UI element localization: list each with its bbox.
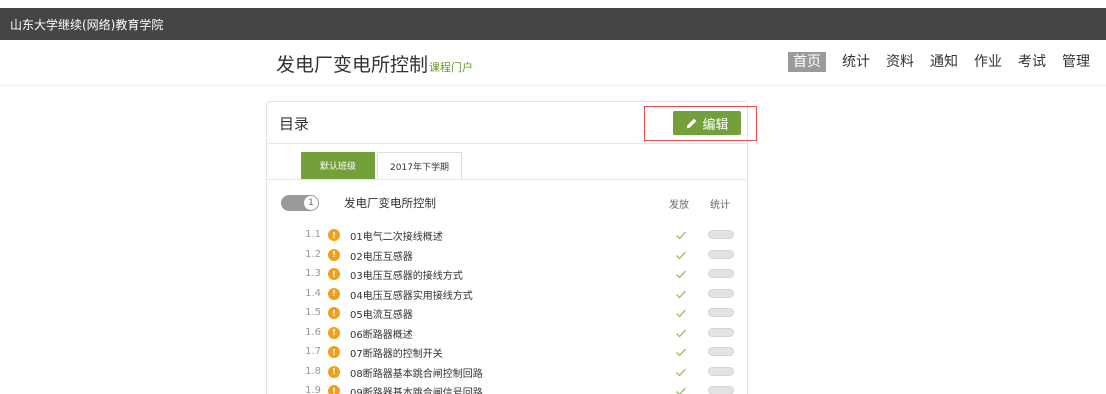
stats-bar[interactable] (708, 347, 734, 356)
warning-icon: ! (328, 307, 340, 319)
stats-bar[interactable] (708, 249, 734, 259)
warning-icon: ! (328, 268, 340, 280)
chapter-toggle[interactable]: 1 (281, 195, 319, 211)
section-row: 1.1! 01电气二次接线概述 (267, 226, 749, 246)
nav-item[interactable]: 作业 (974, 52, 1002, 72)
section-title[interactable]: 09断路器基本跳合闸信号回路 (350, 384, 483, 394)
warning-icon: ! (328, 385, 340, 394)
toggle-knob: 1 (304, 196, 318, 210)
stats-bar[interactable] (708, 386, 734, 394)
section-row: 1.4! 04电压互感器实用接线方式 (267, 285, 749, 305)
section-list: 1.1! 01电气二次接线概述 1.2! 02电压互感器 1.3! 03电压互感器的接线方… (267, 226, 749, 394)
section-number: 1.8 (305, 365, 321, 377)
chapter-title[interactable]: 发电厂变电所控制 (344, 195, 436, 211)
section-title[interactable]: 06断路器概述 (350, 326, 413, 341)
section-row: 1.7! 07断路器的控制开关 (267, 343, 749, 363)
section-title[interactable]: 03电压互感器的接线方式 (350, 267, 463, 282)
section-row: 1.2! 02电压互感器 (267, 246, 749, 266)
nav-item[interactable]: 资料 (886, 52, 914, 72)
section-title[interactable]: 02电压互感器 (350, 248, 413, 263)
check-icon[interactable] (675, 288, 687, 300)
section-title[interactable]: 04电压互感器实用接线方式 (350, 287, 473, 302)
section-number: 1.3 (305, 268, 321, 279)
section-row: 1.8! 08断路器基本跳合闸控制回路 (267, 363, 749, 383)
edit-button-label: 编辑 (702, 117, 729, 133)
section-row: 1.3! 03电压互感器的接线方式 (267, 265, 749, 285)
section-number: 1.9 (305, 385, 321, 394)
section-number: 1.1 (305, 229, 321, 240)
main-nav: 首页 统计 资料 通知 作业 考试 管理 (772, 52, 1090, 72)
nav-item[interactable]: 管理 (1062, 52, 1090, 72)
check-icon[interactable] (675, 229, 687, 241)
stats-bar[interactable] (708, 230, 734, 239)
check-icon[interactable] (675, 366, 687, 378)
stats-bar[interactable] (708, 308, 734, 317)
check-icon[interactable] (675, 385, 687, 394)
section-title[interactable]: 01电气二次接线概述 (350, 228, 443, 243)
check-icon[interactable] (675, 268, 687, 280)
stats-bar[interactable] (708, 269, 734, 278)
nav-item[interactable]: 首页 (788, 52, 826, 72)
course-portal-link[interactable]: 课程门户 (429, 61, 473, 74)
warning-icon: ! (328, 248, 340, 261)
class-tabs: 默认班级 2017年下学期 (267, 144, 747, 180)
publish-column-header: 发放 (669, 200, 689, 211)
nav-item[interactable]: 统计 (842, 52, 870, 72)
warning-icon: ! (328, 365, 340, 378)
section-number: 1.2 (305, 248, 321, 260)
stats-bar[interactable] (708, 288, 734, 298)
edit-button[interactable]: 编辑 (673, 111, 741, 135)
course-title: 发电厂变电所控制课程门户 (276, 50, 473, 77)
check-icon[interactable] (675, 307, 687, 319)
tab-2017-second-semester[interactable]: 2017年下学期 (377, 152, 462, 179)
stats-column-header: 统计 (710, 200, 730, 211)
check-icon[interactable] (675, 249, 687, 261)
warning-icon: ! (328, 287, 340, 300)
warning-icon: ! (328, 346, 340, 358)
stats-bar[interactable] (708, 366, 734, 376)
pencil-icon (687, 118, 697, 128)
catalog-panel: 目录 编辑 默认班级 2017年下学期 1 发电厂变电所控制 发放 统计 1.1… (266, 101, 748, 394)
top-bar: 山东大学继续(网络)教育学院 (0, 0, 1106, 40)
section-number: 1.5 (305, 307, 321, 318)
section-number: 1.4 (305, 287, 321, 299)
nav-item[interactable]: 通知 (930, 52, 958, 72)
section-title[interactable]: 07断路器的控制开关 (350, 345, 443, 360)
section-row: 1.9! 09断路器基本跳合闸信号回路 (267, 382, 749, 394)
warning-icon: ! (328, 326, 340, 339)
tab-default-class[interactable]: 默认班级 (301, 152, 375, 179)
panel-header: 目录 编辑 (267, 102, 747, 144)
course-name[interactable]: 发电厂变电所控制 (276, 54, 428, 76)
chapter-row: 1 发电厂变电所控制 发放 统计 (267, 180, 747, 220)
section-title[interactable]: 05电流互感器 (350, 306, 413, 321)
panel-title: 目录 (279, 115, 310, 133)
section-title[interactable]: 08断路器基本跳合闸控制回路 (350, 365, 483, 380)
stats-bar[interactable] (708, 327, 734, 337)
nav-item[interactable]: 考试 (1018, 52, 1046, 72)
section-number: 1.6 (305, 326, 321, 338)
check-icon[interactable] (675, 346, 687, 358)
check-icon[interactable] (675, 327, 687, 339)
section-row: 1.6! 06断路器概述 (267, 324, 749, 344)
course-header: 发电厂变电所控制课程门户 首页 统计 资料 通知 作业 考试 管理 (0, 40, 1106, 86)
site-title[interactable]: 山东大学继续(网络)教育学院 (10, 16, 163, 33)
section-number: 1.7 (305, 346, 321, 357)
warning-icon: ! (328, 229, 340, 241)
section-row: 1.5! 05电流互感器 (267, 304, 749, 324)
